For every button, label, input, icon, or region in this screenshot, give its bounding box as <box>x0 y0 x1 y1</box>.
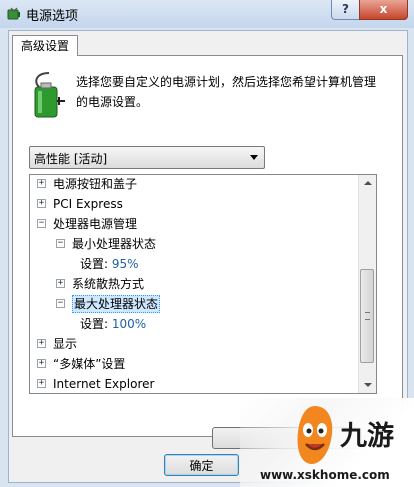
tree-item-text: PCI Express <box>53 197 123 211</box>
tab-advanced-settings[interactable]: 高级设置 <box>12 35 79 56</box>
description-text: 选择您要自定义的电源计划，然后选择您希望计算机管理的电源设置。 <box>76 75 377 109</box>
tree-item-label: 处理器电源管理 <box>53 214 137 234</box>
tree-item[interactable]: 设置: 95% <box>30 254 358 274</box>
scroll-up-arrow-icon[interactable] <box>359 175 376 192</box>
tree-item-text: 最小处理器状态 <box>72 237 157 251</box>
mascot-logo-icon <box>297 406 333 464</box>
tab-panel: 选择您要自定义的电源计划，然后选择您希望计算机管理的电源设置。 高性能 [活动]… <box>12 55 403 449</box>
tree-item-text: 设置: <box>80 257 112 271</box>
ok-button[interactable]: 确定 <box>164 454 239 476</box>
tree-item[interactable]: + “多媒体”设置 <box>30 354 358 374</box>
expand-icon[interactable]: + <box>37 199 46 208</box>
tree-item-text: 显示 <box>53 337 78 351</box>
tree-item[interactable]: − 处理器电源管理 <box>30 214 358 234</box>
settings-tree[interactable]: + 电源按钮和盖子 + PCI Express − 处理器电源管理 − 最小处理器状态 设置: … <box>29 174 377 394</box>
setting-value[interactable]: 100% <box>112 317 146 331</box>
collapse-icon[interactable]: − <box>37 219 46 228</box>
tree-item-label: 电源按钮和盖子 <box>53 175 138 194</box>
expand-icon[interactable]: + <box>37 339 46 348</box>
tree-item-label: 设置: 95% <box>80 254 139 274</box>
power-plan-dropdown[interactable]: 高性能 [活动] <box>29 146 265 169</box>
tree-item[interactable]: + 电源按钮和盖子 <box>30 175 358 194</box>
expand-icon[interactable]: + <box>37 379 46 388</box>
tree-item-label: 最小处理器状态 <box>72 234 156 254</box>
scroll-down-arrow-icon[interactable] <box>359 376 376 393</box>
tree-item-text: 电源按钮和盖子 <box>53 177 138 191</box>
title-bar: 电源选项 ? x <box>0 0 414 28</box>
tree-item-label: 最大处理器状态 <box>72 295 161 313</box>
tree-item-text: 最大处理器状态 <box>74 297 159 311</box>
setting-value[interactable]: 95% <box>112 257 139 271</box>
vertical-scrollbar[interactable] <box>358 175 376 393</box>
tree-item-label: “多媒体”设置 <box>53 354 125 374</box>
tree-item-label: 设置: 100% <box>80 314 146 334</box>
tree-item[interactable]: + Internet Explorer <box>30 374 358 393</box>
collapse-icon[interactable]: − <box>56 299 65 308</box>
tree-item-label: PCI Express <box>53 194 123 214</box>
tree-item-text: 处理器电源管理 <box>53 217 138 231</box>
close-button[interactable]: x <box>359 0 408 20</box>
tree-item-label: Internet Explorer <box>53 374 155 393</box>
watermark: 九游 www.xskhome.com <box>240 398 414 487</box>
tree-item[interactable]: + PCI Express <box>30 194 358 214</box>
chevron-down-icon <box>250 155 258 160</box>
collapse-icon[interactable]: − <box>56 239 65 248</box>
ok-button-label: 确定 <box>189 459 214 473</box>
tree-item-label: 显示 <box>53 334 77 354</box>
tree-item-text: 系统散热方式 <box>72 277 145 291</box>
tree-item-text: 设置: <box>80 317 112 331</box>
tree-item-label: 系统散热方式 <box>72 274 144 294</box>
expand-icon[interactable]: + <box>37 359 46 368</box>
help-button[interactable]: ? <box>331 0 360 20</box>
tree-item[interactable]: 设置: 100% <box>30 314 358 334</box>
battery-plug-icon <box>34 72 65 118</box>
tree-item-text: “多媒体”设置 <box>53 357 126 371</box>
power-plan-value: 高性能 [活动] <box>34 152 108 166</box>
expand-icon[interactable]: + <box>37 179 46 188</box>
watermark-url: www.xskhome.com <box>260 468 390 482</box>
tree-item[interactable]: + 系统散热方式 <box>30 274 358 294</box>
tree-item-text: Internet Explorer <box>53 377 155 391</box>
power-options-icon <box>7 7 20 20</box>
window-title: 电源选项 <box>26 9 79 24</box>
tree-item[interactable]: − 最大处理器状态 <box>30 294 358 314</box>
tree-item[interactable]: − 最小处理器状态 <box>30 234 358 254</box>
scrollbar-thumb[interactable] <box>360 269 374 363</box>
tree-item[interactable]: + 显示 <box>30 334 358 354</box>
watermark-logo-text: 九游 <box>340 421 394 452</box>
expand-icon[interactable]: + <box>56 279 65 288</box>
